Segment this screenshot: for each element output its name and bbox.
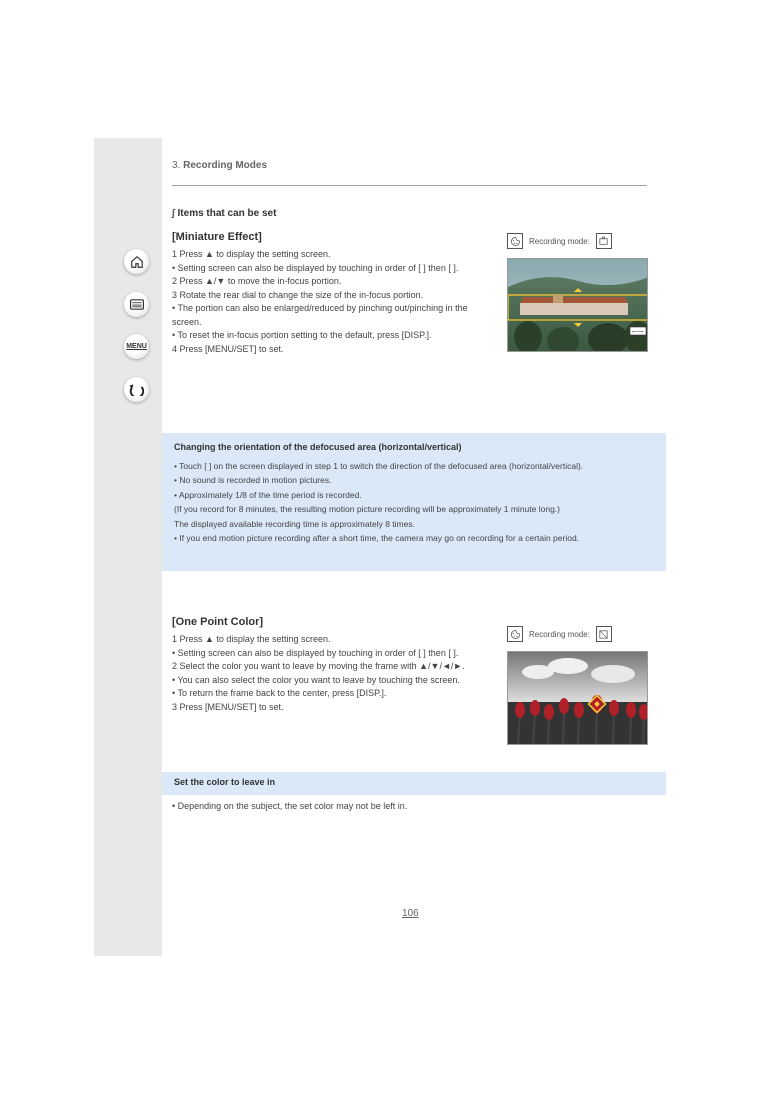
miniature-body: 1 Press ▲ to display the setting screen.… [172,248,492,356]
section-title: Recording Modes [183,160,267,171]
miniature-thumbnail: ⟵⟶ [507,258,648,352]
miniature-title: [Miniature Effect] [172,231,262,243]
miniature-note-title: Changing the orientation of the defocuse… [174,441,462,455]
keyboard-svg [130,299,144,310]
frame-icon [596,233,612,249]
back-svg [129,384,144,396]
keyboard-icon[interactable] [124,292,149,317]
section-number: 3. [172,160,180,171]
items-heading: ∫ Items that can be set [172,208,276,219]
heading-bullet: ∫ [172,208,175,219]
header: 3. Recording Modes [172,160,267,171]
items-heading-text: Items that can be set [178,208,277,219]
home-svg [130,255,144,269]
palette-icon [507,233,523,249]
page-number: 106 [402,908,419,919]
onepoint-badge-row: Recording mode: [507,626,612,642]
home-icon[interactable] [124,249,149,274]
miniature-badge-row: Recording mode: [507,233,612,249]
palette-icon [507,626,523,642]
onepoint-thumbnail [507,651,648,745]
onepoint-title: [One Point Color] [172,616,263,628]
content-area: 3. Recording Modes ∫ Items that can be s… [162,138,666,956]
select-box-icon [596,626,612,642]
document-area: MENU 3. Recording Modes ∫ Items that can… [94,138,666,956]
miniature-note-box: Changing the orientation of the defocuse… [162,433,666,571]
onepoint-badge-label: Recording mode: [529,630,590,639]
onepoint-body: 1 Press ▲ to display the setting screen.… [172,633,492,714]
svg-text:⟵⟶: ⟵⟶ [632,329,644,334]
onepoint-note-title: Set the color to leave in [174,776,275,790]
back-icon[interactable] [124,377,149,402]
menu-button[interactable]: MENU [124,334,149,359]
miniature-badge-label: Recording mode: [529,237,590,246]
onepoint-note-body: • Depending on the subject, the set colo… [172,800,642,814]
onepoint-note-box: Set the color to leave in [162,772,666,795]
divider [172,185,647,186]
miniature-note-body: • Touch [ ] on the screen displayed in s… [174,459,583,546]
page-root: manualshive.com MENU 3. Recording Modes … [0,0,774,1094]
